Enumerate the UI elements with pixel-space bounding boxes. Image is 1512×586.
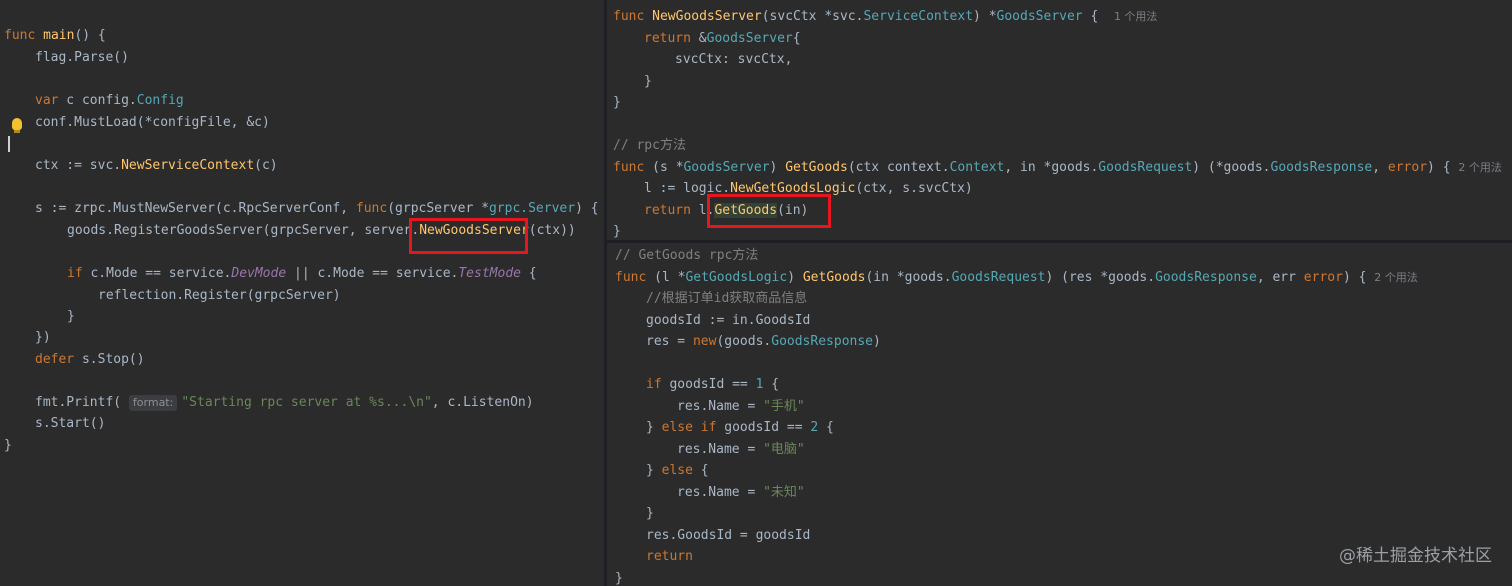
usages-hint: 1 个用法 <box>1113 10 1158 23</box>
left-editor-pane[interactable]: func main() { flag.Parse() var c config.… <box>0 0 604 586</box>
code-line: } <box>615 571 623 586</box>
code-line: conf.MustLoad(*configFile, &c) <box>35 115 270 130</box>
code-line: defer s.Stop() <box>35 352 145 367</box>
code-line: } <box>613 224 621 239</box>
code-line: } else { <box>646 463 709 478</box>
code-line: return <box>646 549 693 564</box>
top-right-editor-pane[interactable]: func NewGoodsServer(svcCtx *svc.ServiceC… <box>607 0 1512 240</box>
usages-hint: 2 个用法 <box>1458 161 1502 174</box>
code-line: goodsId := in.GoodsId <box>646 313 811 328</box>
code-line: res = new(goods.GoodsResponse) <box>646 334 881 349</box>
code-line: res.Name = "未知" <box>677 485 805 500</box>
code-comment: // GetGoods rpc方法 <box>615 248 759 263</box>
bottom-right-editor-pane[interactable]: // GetGoods rpc方法 func (l *GetGoodsLogic… <box>607 243 1512 586</box>
code-line: if c.Mode == service.DevMode || c.Mode =… <box>67 266 537 281</box>
text-caret <box>8 136 10 152</box>
lightbulb-icon[interactable] <box>12 118 22 133</box>
parameter-hint: format: <box>128 395 178 411</box>
code-comment: // rpc方法 <box>613 138 686 153</box>
code-line: res.GoodsId = goodsId <box>646 528 811 543</box>
code-line: s.Start() <box>35 416 106 431</box>
code-line: func NewGoodsServer(svcCtx *svc.ServiceC… <box>613 9 1158 24</box>
code-line: return &GoodsServer{ <box>644 31 801 46</box>
code-line: svcCtx: svcCtx, <box>675 52 793 67</box>
code-line: } <box>613 95 621 110</box>
code-line: flag.Parse() <box>35 50 129 65</box>
code-line: }) <box>35 330 51 345</box>
watermark: @稀土掘金技术社区 <box>1339 546 1492 566</box>
highlight-box-newgoodsserver <box>409 218 528 254</box>
code-line: s := zrpc.MustNewServer(c.RpcServerConf,… <box>35 201 599 216</box>
code-line: } <box>67 309 75 324</box>
code-line: res.Name = "电脑" <box>677 442 805 457</box>
code-line: func (s *GoodsServer) GetGoods(ctx conte… <box>613 160 1502 175</box>
code-line: } <box>646 506 654 521</box>
code-line: } else if goodsId == 2 { <box>646 420 834 435</box>
code-line: var c config.Config <box>35 93 184 108</box>
code-line: reflection.Register(grpcServer) <box>98 288 341 303</box>
code-line: } <box>4 438 12 453</box>
usages-hint: 2 个用法 <box>1374 271 1418 284</box>
code-line: func main() { <box>4 28 106 43</box>
code-comment: //根据订单id获取商品信息 <box>646 291 808 306</box>
code-line: if goodsId == 1 { <box>646 377 780 392</box>
code-line: res.Name = "手机" <box>677 399 805 414</box>
highlight-box-getgoods <box>707 194 831 228</box>
code-line: fmt.Printf( format: "Starting rpc server … <box>35 395 534 411</box>
code-line: ctx := svc.NewServiceContext(c) <box>35 158 278 173</box>
code-line: func (l *GetGoodsLogic) GetGoods(in *goo… <box>615 270 1418 285</box>
code-line: } <box>644 74 652 89</box>
